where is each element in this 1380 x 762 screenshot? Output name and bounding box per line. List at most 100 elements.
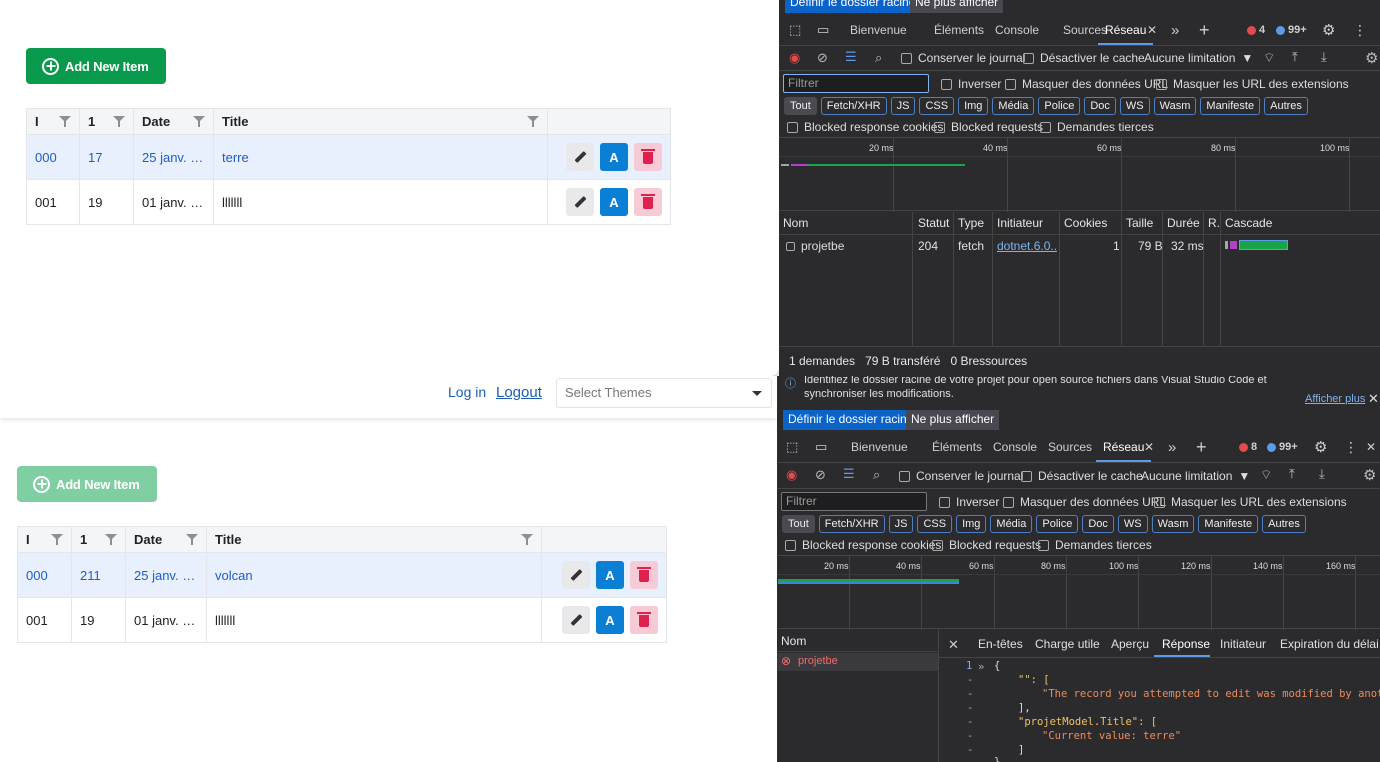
col-header-title[interactable]: Title (206, 526, 542, 553)
table-row[interactable]: ⊗ projetbe (777, 653, 938, 671)
more-menu-icon[interactable]: ⋮ (1344, 439, 1358, 456)
col-header-num[interactable]: 1 (79, 108, 134, 135)
hide-data-urls-checkbox[interactable]: Masquer des données URL (1005, 77, 1168, 91)
type-ws[interactable]: WS (1119, 97, 1150, 115)
type-ws[interactable]: WS (1117, 515, 1148, 533)
type-img[interactable]: Img (956, 515, 987, 533)
dont-show-again-button[interactable]: Ne plus afficher (910, 0, 1004, 13)
type-doc[interactable]: Doc (1082, 515, 1114, 533)
type-media[interactable]: Média (992, 97, 1035, 115)
delete-button[interactable] (630, 606, 658, 634)
col-size[interactable]: Taille (1126, 216, 1153, 230)
inspect-icon[interactable]: ⬚ (786, 439, 798, 455)
tab-elements[interactable]: Éléments (932, 440, 982, 454)
tab-welcome[interactable]: Bienvenue (851, 440, 908, 454)
add-tab-icon[interactable]: + (1196, 437, 1207, 458)
tab-headers[interactable]: En-têtes (978, 637, 1023, 651)
network-overview[interactable]: 20 ms 40 ms 60 ms 80 ms 100 ms 120 ms 14… (777, 555, 1380, 630)
filter-toggle-icon[interactable]: ☰ (845, 49, 857, 65)
clear-icon[interactable]: ⊘ (815, 467, 826, 483)
third-party-checkbox[interactable]: Demandes tierces (1040, 120, 1154, 134)
type-wasm[interactable]: Wasm (1151, 515, 1195, 533)
col-header-id[interactable]: I (26, 108, 80, 135)
filter-icon[interactable] (113, 116, 125, 127)
tab-sources[interactable]: Sources (1048, 440, 1092, 454)
col-waterfall[interactable]: Cascade (1225, 216, 1272, 230)
more-tabs-icon[interactable]: » (1171, 22, 1179, 39)
edit-button[interactable] (562, 561, 590, 589)
issues-badge[interactable]: 99+ (1276, 24, 1307, 36)
dont-show-again-button[interactable]: Ne plus afficher (906, 410, 1000, 430)
record-icon[interactable]: ◉ (789, 50, 800, 66)
network-settings-icon[interactable]: ⚙ (1365, 49, 1378, 67)
edit-button[interactable] (566, 188, 594, 216)
import-icon[interactable]: ⤒ (1289, 466, 1295, 482)
a-button[interactable]: A (596, 561, 624, 589)
wifi-settings-icon[interactable]: ⌔ (1263, 50, 1275, 66)
show-more-link[interactable]: Afficher plus (1305, 393, 1365, 405)
throttle-select[interactable]: Aucune limitation ▼ (1144, 51, 1253, 65)
close-tab-icon[interactable]: ✕ (1144, 440, 1154, 454)
tab-network[interactable]: Réseau (1103, 440, 1144, 454)
tab-response[interactable]: Réponse (1162, 637, 1210, 651)
table-row[interactable]: 000 17 25 janv. 2025 terre A (26, 134, 671, 180)
invert-checkbox[interactable]: Inverser (941, 77, 1001, 91)
import-icon[interactable]: ⤒ (1292, 49, 1298, 65)
col-cookies[interactable]: Cookies (1064, 216, 1107, 230)
filter-icon[interactable] (527, 116, 539, 127)
filter-toggle-icon[interactable]: ☰ (843, 466, 855, 482)
tab-preview[interactable]: Aperçu (1111, 637, 1149, 651)
clear-icon[interactable]: ⊘ (817, 50, 828, 66)
more-tabs-icon[interactable]: » (1168, 439, 1176, 456)
close-banner-icon[interactable]: ✕ (1368, 391, 1379, 407)
blocked-cookies-checkbox[interactable]: Blocked response cookies (785, 538, 941, 552)
record-icon[interactable]: ◉ (786, 467, 797, 483)
filter-input[interactable]: Filtrer (783, 74, 929, 93)
type-doc[interactable]: Doc (1084, 97, 1116, 115)
disable-cache-checkbox[interactable]: Désactiver le cache (1021, 469, 1143, 483)
type-css[interactable]: CSS (917, 515, 953, 533)
gear-icon[interactable]: ⚙ (1314, 438, 1327, 456)
col-initiator[interactable]: Initiateur (997, 216, 1043, 230)
filter-icon[interactable] (105, 534, 117, 545)
set-root-folder-button[interactable]: Définir le dossier racine (785, 0, 921, 13)
add-tab-icon[interactable]: + (1199, 20, 1210, 41)
col-header-num[interactable]: 1 (71, 526, 126, 553)
device-toolbar-icon[interactable]: ▭ (815, 439, 827, 455)
type-fetch-xhr[interactable]: Fetch/XHR (818, 515, 885, 533)
col-type[interactable]: Type (958, 216, 984, 230)
search-icon[interactable]: ⌕ (875, 50, 882, 66)
col-r[interactable]: R. (1208, 216, 1220, 230)
type-js[interactable]: JS (890, 97, 916, 115)
filter-icon[interactable] (521, 534, 533, 545)
tab-timing[interactable]: Expiration du délai (1280, 637, 1379, 651)
type-font[interactable]: Police (1036, 515, 1079, 533)
type-wasm[interactable]: Wasm (1153, 97, 1197, 115)
blocked-requests-checkbox[interactable]: Blocked requests (932, 538, 1041, 552)
login-link[interactable]: Log in (448, 384, 486, 400)
col-duration[interactable]: Durée (1167, 216, 1200, 230)
request-initiator-link[interactable]: dotnet.6.0.... (997, 239, 1057, 253)
filter-icon[interactable] (51, 534, 63, 545)
network-settings-icon[interactable]: ⚙ (1363, 466, 1376, 484)
export-icon[interactable]: ⤓ (1321, 49, 1327, 65)
throttle-select[interactable]: Aucune limitation ▼ (1141, 469, 1250, 483)
inspect-icon[interactable]: ⬚ (789, 22, 801, 38)
export-icon[interactable]: ⤓ (1319, 466, 1325, 482)
type-manifest[interactable]: Manifeste (1198, 515, 1259, 533)
filter-icon[interactable] (186, 534, 198, 545)
table-row[interactable]: 000 211 25 janv. 2025 volcan A (17, 552, 667, 598)
blocked-cookies-checkbox[interactable]: Blocked response cookies (787, 120, 943, 134)
invert-checkbox[interactable]: Inverser (939, 495, 999, 509)
issues-badge[interactable]: 99+ (1267, 441, 1298, 453)
type-all[interactable]: Tout (784, 97, 817, 115)
tab-console[interactable]: Console (993, 440, 1037, 454)
third-party-checkbox[interactable]: Demandes tierces (1038, 538, 1152, 552)
type-js[interactable]: JS (888, 515, 914, 533)
theme-select[interactable]: Select Themes (556, 378, 772, 408)
type-other[interactable]: Autres (1264, 97, 1308, 115)
add-new-item-button[interactable]: Add New Item (17, 466, 157, 502)
type-css[interactable]: CSS (919, 97, 955, 115)
type-fetch-xhr[interactable]: Fetch/XHR (820, 97, 887, 115)
table-row[interactable]: 001 19 01 janv. 2025 lllllll A (17, 597, 667, 643)
